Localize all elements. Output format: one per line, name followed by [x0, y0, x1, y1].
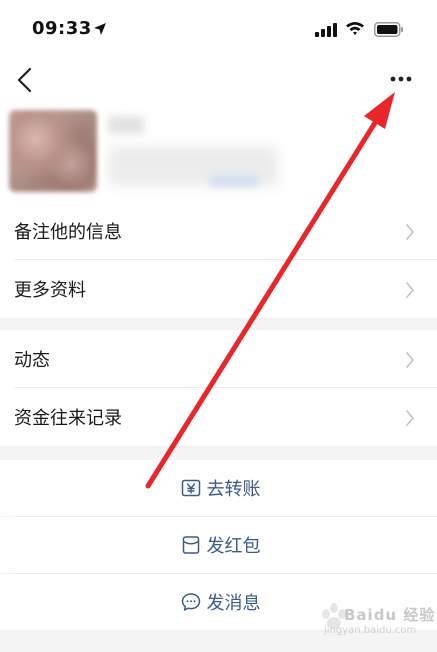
transfer-button[interactable]: 去转账	[0, 460, 437, 516]
battery-icon	[374, 22, 403, 37]
chevron-right-icon	[406, 282, 414, 298]
row-moments[interactable]: 动态	[0, 330, 437, 388]
red-packet-icon	[182, 536, 199, 554]
back-chevron-icon[interactable]	[14, 66, 36, 94]
row-more-info[interactable]: 更多资料	[0, 260, 437, 318]
message-label: 发消息	[206, 593, 261, 614]
row-label: 更多资料	[14, 280, 86, 301]
chevron-right-icon	[406, 224, 414, 240]
chevron-right-icon	[406, 352, 414, 368]
avatar[interactable]	[9, 110, 97, 192]
transfer-label: 去转账	[206, 479, 261, 500]
cellular-signal-icon	[315, 23, 337, 37]
red-packet-label: 发红包	[206, 536, 261, 557]
chat-bubble-icon	[181, 593, 200, 611]
more-options-icon[interactable]	[388, 70, 414, 88]
action-content: 去转账	[181, 475, 261, 501]
send-red-packet-button[interactable]: 发红包	[0, 517, 437, 573]
chevron-right-icon	[406, 410, 414, 426]
action-content: 发消息	[181, 589, 261, 615]
transfer-icon	[181, 479, 200, 497]
watermark-subtext: jingyan.baidu.com	[324, 625, 417, 636]
status-time: 09:33	[32, 18, 92, 39]
row-fund-records[interactable]: 资金往来记录	[0, 388, 437, 446]
blurred-tag	[210, 176, 258, 186]
watermark-text: Baidu 经验	[344, 606, 436, 624]
action-content: 发红包	[181, 532, 261, 558]
row-label: 动态	[14, 350, 50, 371]
location-arrow-icon	[94, 23, 106, 35]
navigation-bar	[0, 58, 437, 102]
row-remark-info[interactable]: 备注他的信息	[0, 202, 437, 260]
row-label: 资金往来记录	[14, 408, 122, 429]
wifi-icon	[346, 22, 364, 35]
row-label: 备注他的信息	[14, 222, 122, 243]
blurred-name	[108, 116, 144, 134]
